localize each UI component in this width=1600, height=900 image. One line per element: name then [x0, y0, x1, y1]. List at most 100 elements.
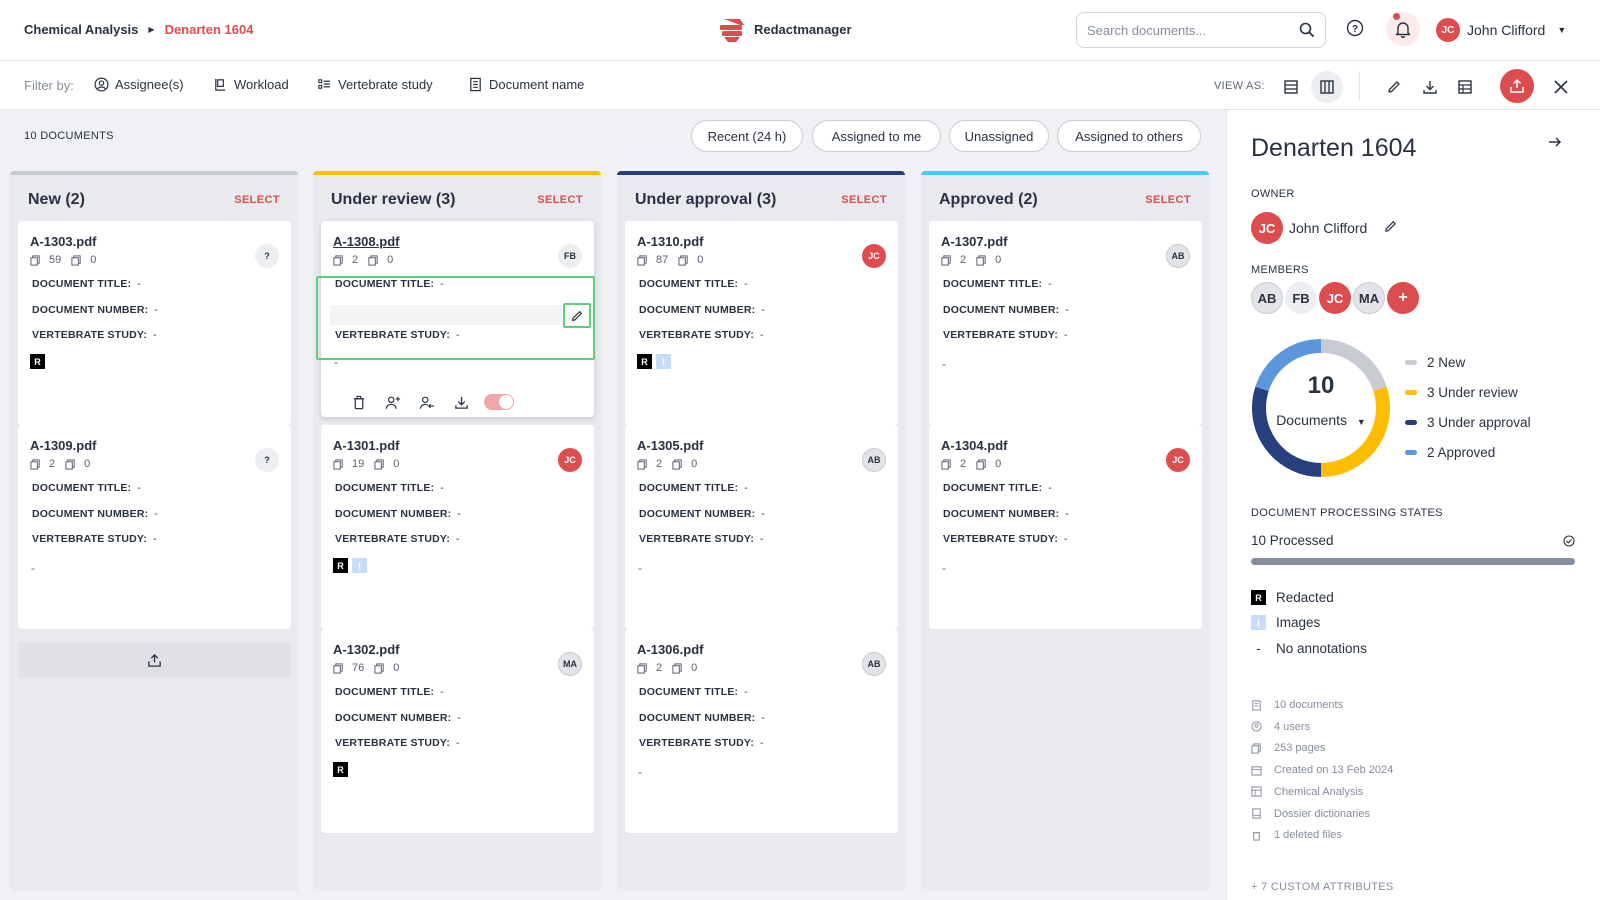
document-name[interactable]: A-1304.pdf: [941, 438, 1007, 453]
search-icon[interactable]: [1299, 22, 1315, 38]
table-button[interactable]: [1453, 75, 1477, 99]
help-button[interactable]: ?: [1346, 19, 1364, 40]
board-view-button[interactable]: [1311, 71, 1343, 103]
assignee-avatar[interactable]: AB: [862, 652, 886, 676]
pages-icon: [941, 458, 956, 470]
legend-swatch: [1405, 390, 1417, 395]
attr-document-title: DOCUMENT TITLE: -: [943, 482, 1052, 494]
pages-icon: [637, 254, 652, 266]
filter-workload[interactable]: Workload: [213, 77, 289, 92]
filter-vertebrate-study[interactable]: Vertebrate study: [317, 77, 433, 92]
edit-attribute-button[interactable]: [563, 303, 591, 328]
member-avatar[interactable]: MA: [1353, 282, 1385, 314]
document-name[interactable]: A-1302.pdf: [333, 642, 399, 657]
assignee-avatar[interactable]: FB: [558, 244, 582, 268]
filter-document-name[interactable]: Document name: [468, 77, 584, 92]
quick-filter-assigned-to-me[interactable]: Assigned to me: [812, 120, 941, 152]
document-card[interactable]: A-1309.pdf 2 0? DOCUMENT TITLE: - DOCUMENT NU…: [18, 425, 291, 629]
app-logo[interactable]: Redactmanager: [718, 15, 852, 43]
document-name[interactable]: A-1301.pdf: [333, 438, 399, 453]
edit-owner-button[interactable]: [1383, 219, 1398, 237]
search-input[interactable]: [1087, 22, 1299, 38]
download-button[interactable]: [1418, 75, 1442, 99]
stat-item[interactable]: 1 deleted files: [1251, 829, 1342, 841]
legend-no-annotations: - No annotations: [1251, 641, 1367, 656]
custom-attributes-link[interactable]: + 7 CUSTOM ATTRIBUTES: [1251, 881, 1394, 893]
document-card[interactable]: A-1303.pdf 59 0? DOCUMENT TITLE: - DOCUMENT N…: [18, 221, 291, 425]
delete-button[interactable]: [342, 390, 376, 414]
attr-document-number: DOCUMENT NUMBER:-: [335, 712, 462, 724]
stat-item[interactable]: Chemical Analysis: [1251, 786, 1363, 798]
column-select-button[interactable]: SELECT: [1145, 194, 1191, 206]
check-circle-icon: [1563, 534, 1575, 547]
assignee-avatar[interactable]: JC: [862, 244, 886, 268]
legend-item[interactable]: 3 Under approval: [1405, 415, 1531, 430]
document-card[interactable]: A-1304.pdf 2 0 JC DOCUMENT TITLE: - DOCUMENT N…: [929, 425, 1202, 629]
attr-document-number: DOCUMENT NUMBER:-: [32, 508, 159, 520]
breadcrumb-current[interactable]: Denarten 1604: [165, 22, 254, 37]
attr-vertebrate-study: VERTEBRATE STUDY: -: [335, 737, 460, 749]
document-card[interactable]: A-1307.pdf 2 0 AB DOCUMENT TITLE: - DOCUMENT N…: [929, 221, 1202, 425]
assignee-avatar[interactable]: JC: [558, 448, 582, 472]
quick-filter-recent[interactable]: Recent (24 h): [691, 120, 803, 152]
document-name[interactable]: A-1308.pdf: [333, 234, 399, 249]
legend-item[interactable]: 2 Approved: [1405, 445, 1495, 460]
document-name[interactable]: A-1310.pdf: [637, 234, 703, 249]
column-select-button[interactable]: SELECT: [841, 194, 887, 206]
upload-button[interactable]: [1500, 69, 1534, 103]
assignee-avatar[interactable]: MA: [558, 652, 582, 676]
assign-to-me-button[interactable]: [410, 390, 444, 414]
member-avatar[interactable]: FB: [1285, 282, 1317, 314]
document-card[interactable]: A-1305.pdf 2 0 AB DOCUMENT TITLE: - DOCUMENT N…: [625, 425, 898, 629]
donut-selector[interactable]: Documents ▼: [1251, 412, 1391, 428]
attr-document-number: DOCUMENT NUMBER:-: [335, 508, 462, 520]
status-donut-chart: [1252, 339, 1390, 477]
legend-item[interactable]: 2 New: [1405, 355, 1465, 370]
pages-count: 59: [49, 254, 62, 266]
document-card[interactable]: A-1310.pdf 87 0 JC DOCUMENT TITLE: - DOCUMENT …: [625, 221, 898, 425]
user-menu[interactable]: JC John Clifford ▼: [1436, 18, 1566, 42]
add-member-button[interactable]: +: [1387, 282, 1419, 314]
assignee-avatar[interactable]: JC: [1166, 448, 1190, 472]
member-avatar[interactable]: JC: [1319, 282, 1351, 314]
list-view-button[interactable]: [1279, 75, 1303, 99]
close-button[interactable]: [1549, 75, 1573, 99]
stat-item[interactable]: Dossier dictionaries: [1251, 808, 1370, 820]
column-status-bar: [313, 171, 601, 175]
document-name[interactable]: A-1307.pdf: [941, 234, 1007, 249]
assignee-avatar[interactable]: ?: [255, 448, 279, 472]
filter-assignee[interactable]: Assignee(s): [94, 77, 184, 92]
assignee-avatar[interactable]: AB: [1166, 244, 1190, 268]
quick-filter-assigned-to-others[interactable]: Assigned to others: [1057, 120, 1201, 152]
assign-user-button[interactable]: [376, 390, 410, 414]
document-card[interactable]: A-1302.pdf 76 0 MA DOCUMENT TITLE: - DOCUMENT …: [321, 629, 594, 833]
document-toggle[interactable]: [484, 394, 514, 410]
column-select-button[interactable]: SELECT: [234, 194, 280, 206]
legend-images-label: Images: [1276, 615, 1321, 630]
column-select-button[interactable]: SELECT: [537, 194, 583, 206]
notifications-button[interactable]: [1386, 12, 1420, 46]
assignee-avatar[interactable]: ?: [255, 244, 279, 268]
members-list: AB FB JC MA +: [1251, 282, 1421, 314]
document-name[interactable]: A-1306.pdf: [637, 642, 703, 657]
member-avatar[interactable]: AB: [1251, 282, 1283, 314]
redacted-badge: R: [637, 354, 652, 369]
document-name[interactable]: A-1309.pdf: [30, 438, 96, 453]
document-card[interactable]: A-1306.pdf 2 0 AB DOCUMENT TITLE: - DOCUMENT N…: [625, 629, 898, 833]
pages-count: 2: [960, 458, 967, 470]
document-name[interactable]: A-1303.pdf: [30, 234, 96, 249]
legend-redacted: R Redacted: [1251, 590, 1334, 605]
attr-document-title: DOCUMENT TITLE: -: [639, 686, 748, 698]
download-document-button[interactable]: [444, 390, 478, 414]
collapse-panel-button[interactable]: [1547, 134, 1563, 153]
edit-dossier-button[interactable]: [1382, 75, 1406, 99]
quick-filter-unassigned[interactable]: Unassigned: [949, 120, 1049, 152]
document-card[interactable]: A-1301.pdf 19 0 JC DOCUMENT TITLE: - DOCUMENT …: [321, 425, 594, 629]
document-name[interactable]: A-1305.pdf: [637, 438, 703, 453]
breadcrumb-parent[interactable]: Chemical Analysis: [24, 22, 138, 37]
new-column-upload-button[interactable]: [18, 642, 291, 678]
no-annotations-dash: -: [31, 561, 35, 575]
legend-item[interactable]: 3 Under review: [1405, 385, 1518, 400]
attr-vertebrate-study: VERTEBRATE STUDY: -: [32, 533, 157, 545]
assignee-avatar[interactable]: AB: [862, 448, 886, 472]
